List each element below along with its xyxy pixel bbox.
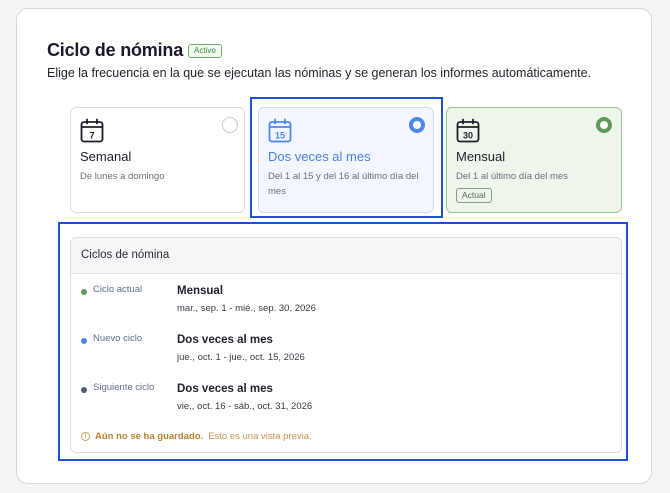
unsaved-notice-text: Esto es una vista previa.	[208, 431, 312, 442]
calendar-icon-number: 7	[89, 131, 94, 142]
radio-weekly[interactable]	[222, 117, 238, 133]
calendar-icon: 7	[80, 118, 104, 143]
page-subtitle: Elige la frecuencia en la que se ejecuta…	[47, 66, 592, 80]
status-badge: Activo	[188, 43, 222, 58]
option-description: Del 1 al 15 y del 16 al último día del m…	[268, 171, 419, 197]
calendar-icon-number: 15	[275, 131, 285, 141]
calendar-icon-number: 30	[463, 131, 473, 141]
panel-title: Ciclos de nómina	[71, 238, 621, 274]
option-weekly[interactable]: 7 Semanal De lunes a domingo	[70, 107, 245, 213]
title-row: Ciclo de nómina Activo	[47, 40, 222, 61]
current-badge: Actual	[456, 188, 492, 203]
cycle-name: Dos veces al mes	[177, 383, 273, 395]
info-icon: !	[81, 432, 90, 441]
cycle-range: vie., oct. 16 - sáb., oct. 31, 2026	[177, 401, 313, 412]
cycle-range: jue., oct. 1 - jue., oct. 15, 2026	[177, 352, 305, 363]
cycle-kind: Ciclo actual	[93, 284, 143, 295]
cycle-name: Mensual	[177, 285, 224, 297]
option-name: Dos veces al mes	[268, 149, 371, 164]
cycle-range: mar., sep. 1 - mié., sep. 30, 2026	[177, 303, 316, 314]
status-dot	[81, 289, 87, 295]
cycle-kind: Nuevo ciclo	[93, 333, 143, 344]
option-description: Del 1 al último día del mes	[456, 171, 568, 182]
calendar-icon: 15	[268, 118, 292, 143]
option-monthly[interactable]: 30 Mensual Del 1 al último día del mes A…	[446, 107, 622, 213]
radio-monthly[interactable]	[596, 117, 612, 133]
status-dot	[81, 338, 87, 344]
option-twice-monthly[interactable]: 15 Dos veces al mes Del 1 al 15 y del 16…	[258, 107, 434, 213]
option-name: Semanal	[80, 149, 132, 164]
cycle-kind: Siguiente ciclo	[93, 382, 155, 393]
calendar-icon: 30	[456, 118, 480, 143]
unsaved-notice-strong: Aún no se ha guardado.	[95, 431, 204, 442]
radio-twice-monthly[interactable]	[409, 117, 425, 133]
payroll-cycles-panel: Ciclos de nómina Ciclo actual Mensual ma…	[70, 237, 622, 453]
cycle-name: Dos veces al mes	[177, 334, 273, 346]
status-dot	[81, 387, 87, 393]
page-title: Ciclo de nómina	[47, 40, 184, 60]
option-description: De lunes a domingo	[80, 171, 165, 182]
unsaved-notice: ! Aún no se ha guardado. Esto es una vis…	[81, 431, 312, 442]
option-name: Mensual	[456, 149, 506, 164]
